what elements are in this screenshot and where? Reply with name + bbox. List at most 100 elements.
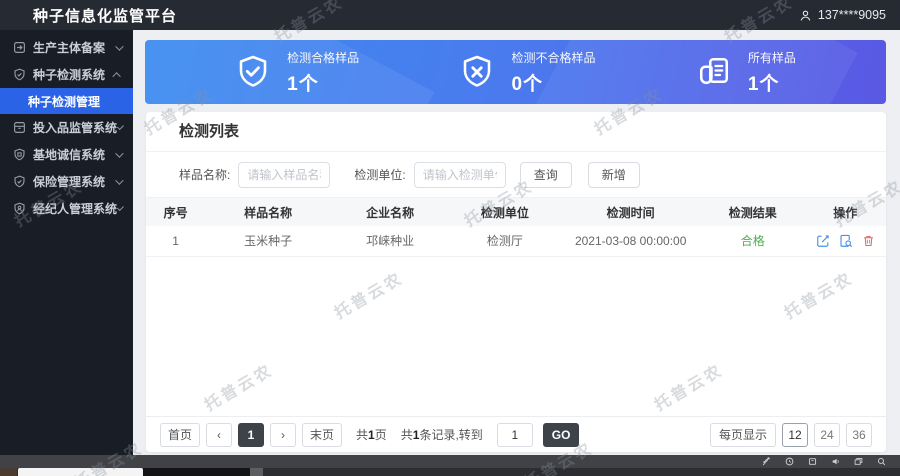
col-actions: 操作 [805, 198, 886, 226]
goto-page-input[interactable] [497, 423, 533, 447]
search-button[interactable]: 查询 [520, 162, 572, 188]
sidebar-item-input-supervision[interactable]: 投入品监管系统 [0, 114, 133, 141]
total-records-text: 共1条记录,转到 [401, 426, 483, 443]
bottom-strip [0, 468, 900, 476]
chevron-down-icon [115, 149, 123, 157]
chevron-down-icon [115, 42, 123, 50]
sidebar-item-label: 投入品监管系统 [33, 119, 117, 136]
windows-icon[interactable] [854, 457, 863, 466]
detection-unit-label: 检测单位: [354, 166, 405, 183]
per-page-label: 每页显示 [710, 423, 776, 447]
sidebar-subitem-label: 种子检测管理 [28, 93, 100, 110]
taskbar-block-brown [0, 468, 17, 476]
cell-company: 邛崃种业 [331, 226, 449, 256]
page-size-group: 每页显示 12 24 36 [710, 423, 872, 447]
detection-table: 序号 样品名称 企业名称 检测单位 检测时间 检测结果 操作 1 玉米种子 [146, 198, 886, 257]
edit-icon[interactable] [816, 234, 830, 248]
go-button[interactable]: GO [543, 423, 580, 447]
stat-label: 检测合格样品 [287, 49, 359, 66]
app-root: 种子信息化监管平台 137****9095 生产主体备案 种子检测系统 种子检 [0, 0, 900, 476]
cell-sample: 玉米种子 [205, 226, 331, 256]
sidebar-item-label: 种子检测系统 [33, 66, 115, 83]
taskbar-block-gray [250, 468, 263, 476]
stat-value: 0个 [511, 69, 595, 96]
shield-person-icon [13, 202, 26, 215]
stat-value: 1个 [287, 69, 359, 96]
col-sample-name: 样品名称 [205, 198, 331, 226]
col-no: 序号 [146, 198, 205, 226]
sample-name-label: 样品名称: [179, 166, 230, 183]
col-company-name: 企业名称 [331, 198, 449, 226]
sidebar-item-label: 基地诚信系统 [33, 146, 115, 163]
table-header-row: 序号 样品名称 企业名称 检测单位 检测时间 检测结果 操作 [146, 198, 886, 226]
user-phone: 137****9095 [818, 8, 886, 22]
stats-banner: 检测合格样品 1个 检测不合格样品 0个 [145, 40, 886, 104]
cell-no: 1 [146, 226, 205, 256]
chevron-down-icon [115, 176, 123, 184]
page-size-12[interactable]: 12 [782, 423, 808, 447]
view-doc-icon[interactable] [839, 234, 853, 248]
sidebar-item-seed-testing-system[interactable]: 种子检测系统 [0, 61, 133, 88]
bottom-toolbar [0, 455, 900, 468]
current-page-button[interactable]: 1 [238, 423, 264, 447]
history-clock-icon[interactable] [785, 457, 794, 466]
delete-icon[interactable] [862, 234, 875, 248]
archive-box-icon [13, 121, 26, 134]
sidebar-subitem-seed-testing-management[interactable]: 种子检测管理 [0, 88, 133, 114]
sidebar-item-base-integrity[interactable]: 基地诚信系统 [0, 141, 133, 168]
sidebar-item-insurance-management[interactable]: 保险管理系统 [0, 168, 133, 195]
taskbar-window-edge [18, 468, 143, 476]
sidebar-item-broker-management[interactable]: 经纪人管理系统 [0, 195, 133, 222]
chevron-down-icon [117, 123, 124, 130]
sidebar-item-producer-registry[interactable]: 生产主体备案 [0, 34, 133, 61]
top-header: 种子信息化监管平台 137****9095 [0, 0, 900, 30]
volume-icon[interactable] [831, 457, 840, 466]
row-actions [805, 234, 886, 248]
sample-name-input[interactable] [238, 162, 330, 188]
shield-check-icon [13, 175, 26, 188]
col-detection-result: 检测结果 [701, 198, 805, 226]
shield-check-icon [235, 54, 271, 90]
page-size-36[interactable]: 36 [846, 423, 872, 447]
stat-failed-samples: 检测不合格样品 0个 [459, 49, 595, 96]
add-button[interactable]: 新增 [588, 162, 640, 188]
sidebar: 生产主体备案 种子检测系统 种子检测管理 投入品监管系统 基地诚信系统 [0, 30, 133, 455]
prev-page-button[interactable]: ‹ [206, 423, 232, 447]
cell-unit: 检测厅 [449, 226, 560, 256]
last-page-button[interactable]: 末页 [302, 423, 342, 447]
page-title: 种子信息化监管平台 [33, 5, 177, 26]
stat-all-samples: 所有样品 1个 [696, 49, 796, 96]
detection-unit-input[interactable] [414, 162, 506, 188]
user-icon [799, 9, 812, 22]
table-row: 1 玉米种子 邛崃种业 检测厅 2021-03-08 00:00:00 合格 [146, 226, 886, 256]
first-page-button[interactable]: 首页 [160, 423, 200, 447]
user-account[interactable]: 137****9095 [799, 8, 886, 22]
panel-title: 检测列表 [146, 112, 886, 152]
search-icon[interactable] [877, 457, 886, 466]
archive-icon[interactable] [808, 457, 817, 466]
sidebar-item-label: 经纪人管理系统 [33, 200, 117, 217]
sidebar-item-label: 生产主体备案 [33, 39, 115, 56]
pagination-bar: 首页 ‹ 1 › 末页 共1页 共1条记录,转到 GO 每页显示 12 24 3… [146, 416, 886, 452]
filter-bar: 样品名称: 检测单位: 查询 新增 [146, 152, 886, 198]
shield-x-icon [459, 54, 495, 90]
sidebar-item-label: 保险管理系统 [33, 173, 115, 190]
main-content: 检测合格样品 1个 检测不合格样品 0个 [133, 30, 900, 455]
document-export-icon [13, 41, 26, 54]
stat-passed-samples: 检测合格样品 1个 [235, 49, 359, 96]
next-page-button[interactable]: › [270, 423, 296, 447]
shield-square-icon [13, 148, 26, 161]
paperclip-doc-icon [696, 54, 732, 90]
cell-time: 2021-03-08 00:00:00 [560, 226, 701, 256]
taskbar-block-dark [143, 468, 250, 476]
rocket-icon[interactable] [762, 457, 771, 466]
detection-list-panel: 检测列表 样品名称: 检测单位: 查询 新增 [146, 112, 886, 452]
stat-label: 检测不合格样品 [511, 49, 595, 66]
page-size-24[interactable]: 24 [814, 423, 840, 447]
chevron-down-icon [117, 204, 124, 211]
stat-value: 1个 [748, 69, 796, 96]
col-detection-time: 检测时间 [560, 198, 701, 226]
total-pages-text: 共1页 [356, 426, 387, 443]
shield-icon [13, 68, 26, 81]
cell-result: 合格 [701, 226, 805, 256]
